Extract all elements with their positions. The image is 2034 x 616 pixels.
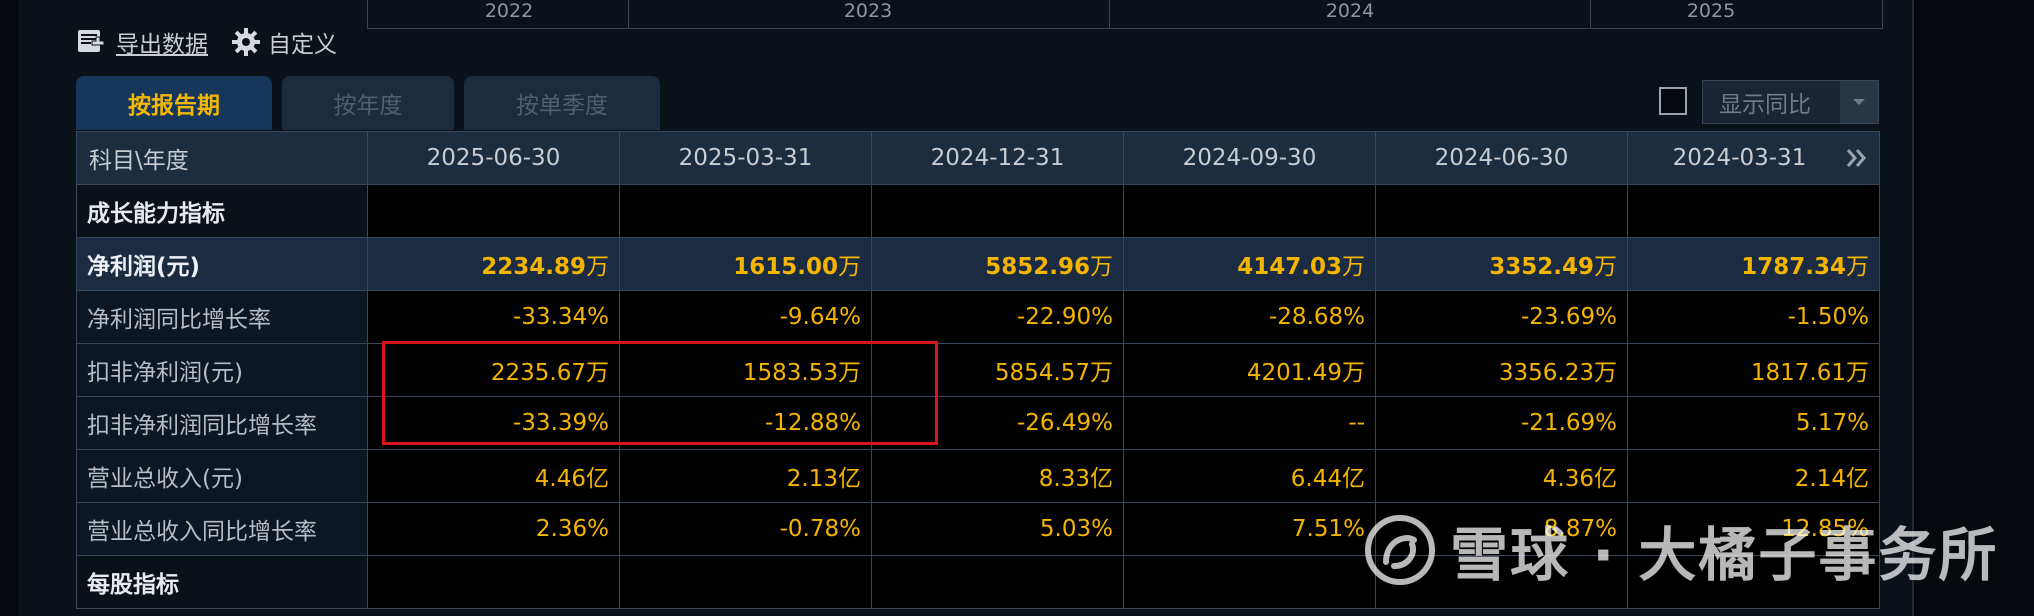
table-cell: 5.17% <box>1627 396 1880 450</box>
table-cell: -26.49% <box>871 396 1124 450</box>
row-label: 营业总收入同比增长率 <box>76 502 368 556</box>
table-cell: -33.39% <box>367 396 620 450</box>
row-label: 营业总收入(元) <box>76 449 368 503</box>
timeline-year: 2025 <box>1686 0 1736 22</box>
column-header: 2025-06-30 <box>367 131 620 185</box>
row-label: 成长能力指标 <box>76 184 368 238</box>
left-margin <box>0 0 18 616</box>
row-label: 净利润同比增长率 <box>76 290 368 344</box>
table-cell: -28.68% <box>1123 290 1376 344</box>
table-section-row: 每股指标 <box>76 555 1880 609</box>
table-row: 净利润同比增长率 -33.34% -9.64% -22.90% -28.68% … <box>76 290 1880 344</box>
table-cell <box>1123 184 1376 238</box>
table-row: 净利润(元) 2234.89万 1615.00万 5852.96万 4147.0… <box>76 237 1880 291</box>
table-row: 营业总收入同比增长率 2.36% -0.78% 5.03% 7.51% 8.87… <box>76 502 1880 556</box>
table-cell: 1787.34万 <box>1627 237 1880 291</box>
table-cell: 7.51% <box>1123 502 1376 556</box>
timeline-year: 2022 <box>484 0 534 22</box>
table-cell: -12.88% <box>619 396 872 450</box>
table-cell: 4147.03万 <box>1123 237 1376 291</box>
column-header: 2024-12-31 <box>871 131 1124 185</box>
table-cell: 4201.49万 <box>1123 343 1376 397</box>
column-header: 2024-03-31 <box>1627 131 1880 185</box>
table-cell: 1615.00万 <box>619 237 872 291</box>
table-cell: 3356.23万 <box>1375 343 1628 397</box>
table-cell: -33.34% <box>367 290 620 344</box>
row-label: 扣非净利润(元) <box>76 343 368 397</box>
table-cell <box>1375 184 1628 238</box>
gear-icon[interactable] <box>230 26 262 58</box>
timeline-year: 2024 <box>1325 0 1375 22</box>
scroll-right-icon[interactable] <box>1843 144 1871 172</box>
table-cell: 3352.49万 <box>1375 237 1628 291</box>
table-cell: -1.50% <box>1627 290 1880 344</box>
column-header-label: 2024-03-31 <box>1672 145 1807 171</box>
show-yoy-label: 显示同比 <box>1719 92 1811 118</box>
table-cell: 2234.89万 <box>367 237 620 291</box>
table-section-row: 成长能力指标 <box>76 184 1880 238</box>
show-yoy-checkbox[interactable] <box>1659 87 1687 115</box>
export-data-icon[interactable] <box>76 27 106 57</box>
tab-by-year[interactable]: 按年度 <box>282 76 454 130</box>
timeline-tick <box>628 0 629 28</box>
table-cell: -- <box>1123 396 1376 450</box>
tab-by-report-period[interactable]: 按报告期 <box>76 76 272 130</box>
table-cell: -21.69% <box>1375 396 1628 450</box>
tab-by-single-quarter[interactable]: 按单季度 <box>464 76 660 130</box>
column-header: 2025-03-31 <box>619 131 872 185</box>
table-cell: -23.69% <box>1375 290 1628 344</box>
table-cell: -22.90% <box>871 290 1124 344</box>
financial-indicators-table: 科目\年度 2025-06-30 2025-03-31 2024-12-31 2… <box>76 131 1880 609</box>
table-cell: 2.13亿 <box>619 449 872 503</box>
table-header-row: 科目\年度 2025-06-30 2025-03-31 2024-12-31 2… <box>76 131 1880 185</box>
table-cell <box>619 184 872 238</box>
column-header: 2024-09-30 <box>1123 131 1376 185</box>
table-cell: 2.36% <box>367 502 620 556</box>
table-cell: -0.78% <box>619 502 872 556</box>
dropdown-arrow-icon[interactable] <box>1840 81 1878 123</box>
year-timeline: 2022 2023 2024 2025 <box>367 0 1883 29</box>
table-cell: 8.87% <box>1375 502 1628 556</box>
table-cell: 12.85% <box>1627 502 1880 556</box>
table-cell <box>367 184 620 238</box>
table-cell <box>1375 555 1628 609</box>
table-cell <box>367 555 620 609</box>
toolbar: 导出数据 自定义 <box>76 22 337 62</box>
table-cell: 5.03% <box>871 502 1124 556</box>
table-cell <box>1123 555 1376 609</box>
right-margin <box>1912 0 2034 616</box>
header-subject-year: 科目\年度 <box>76 131 368 185</box>
table-cell: 1817.61万 <box>1627 343 1880 397</box>
table-cell: 5852.96万 <box>871 237 1124 291</box>
table-row: 营业总收入(元) 4.46亿 2.13亿 8.33亿 6.44亿 4.36亿 2… <box>76 449 1880 503</box>
row-label: 扣非净利润同比增长率 <box>76 396 368 450</box>
table-row: 扣非净利润同比增长率 -33.39% -12.88% -26.49% -- -2… <box>76 396 1880 450</box>
table-cell: 2235.67万 <box>367 343 620 397</box>
row-label: 净利润(元) <box>76 237 368 291</box>
table-cell: -9.64% <box>619 290 872 344</box>
table-cell <box>871 184 1124 238</box>
table-cell <box>1627 555 1880 609</box>
row-label: 每股指标 <box>76 555 368 609</box>
table-cell: 2.14亿 <box>1627 449 1880 503</box>
table-cell: 1583.53万 <box>619 343 872 397</box>
table-cell: 6.44亿 <box>1123 449 1376 503</box>
table-cell <box>1627 184 1880 238</box>
timeline-year: 2023 <box>843 0 893 22</box>
column-header: 2024-06-30 <box>1375 131 1628 185</box>
timeline-tick <box>1109 0 1110 28</box>
table-cell: 8.33亿 <box>871 449 1124 503</box>
customize-link[interactable]: 自定义 <box>268 25 337 59</box>
table-cell: 4.36亿 <box>1375 449 1628 503</box>
table-row: 扣非净利润(元) 2235.67万 1583.53万 5854.57万 4201… <box>76 343 1880 397</box>
table-cell: 4.46亿 <box>367 449 620 503</box>
export-data-link[interactable]: 导出数据 <box>116 25 208 59</box>
timeline-tick <box>1590 0 1591 28</box>
table-cell <box>619 555 872 609</box>
table-cell <box>871 555 1124 609</box>
table-cell: 5854.57万 <box>871 343 1124 397</box>
show-yoy-select[interactable]: 显示同比 <box>1702 80 1879 124</box>
